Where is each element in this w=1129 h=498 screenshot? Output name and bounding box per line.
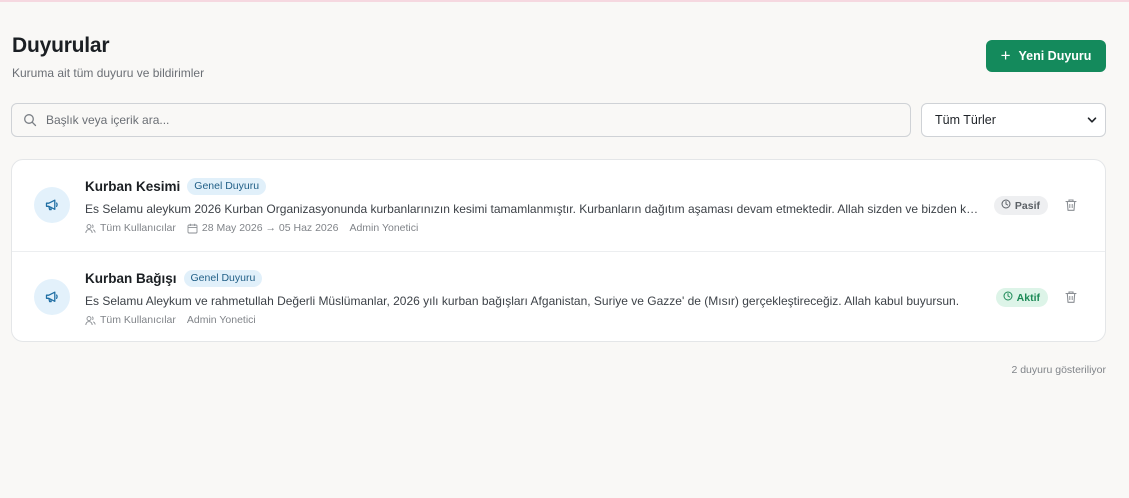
audience-meta: Tüm Kullanıcılar [85, 314, 176, 326]
users-icon [85, 315, 96, 326]
status-text: Pasif [1014, 199, 1040, 212]
audience-text: Tüm Kullanıcılar [100, 314, 176, 326]
category-tag: Genel Duyuru [187, 177, 267, 195]
trash-icon[interactable] [1064, 198, 1078, 212]
type-filter-value: Tüm Türler [935, 113, 996, 127]
audience-meta: Tüm Kullanıcılar [85, 222, 176, 234]
category-tag: Genel Duyuru [183, 269, 263, 287]
announcement-meta: Tüm Kullanıcılar 28 May 2026 → 05 Haz 20… [85, 222, 985, 234]
chevron-down-icon [1087, 115, 1097, 125]
announcement-count: 2 duyuru gösteriliyor [1011, 364, 1106, 376]
users-icon [85, 223, 96, 234]
announcement-content: Es Selamu Aleykum ve rahmetullah Değerli… [85, 294, 960, 308]
type-filter-select[interactable]: Tüm Türler [921, 103, 1106, 137]
calendar-icon [187, 223, 198, 234]
megaphone-icon [34, 279, 70, 315]
audience-text: Tüm Kullanıcılar [100, 222, 176, 234]
new-announcement-button[interactable]: + Yeni Duyuru [986, 40, 1106, 72]
trash-icon[interactable] [1064, 290, 1078, 304]
page-subtitle: Kuruma ait tüm duyuru ve bildirimler [12, 66, 205, 80]
search-icon [23, 113, 37, 127]
announcement-list: Kurban Kesimi Genel Duyuru Es Selamu ale… [11, 159, 1106, 342]
clock-icon [1003, 291, 1013, 304]
megaphone-icon [34, 187, 70, 223]
status-badge: Aktif [995, 288, 1048, 307]
author-text: Admin Yonetici [349, 222, 419, 234]
announcement-body: Kurban Bağışı Genel Duyuru Es Selamu Ale… [85, 269, 985, 326]
announcement-content: Es Selamu aleykum 2026 Kurban Organizasy… [85, 202, 981, 216]
page-title: Duyurular [12, 34, 110, 57]
search-input[interactable] [46, 104, 910, 136]
status-badge: Pasif [993, 196, 1048, 215]
date-range-text: 28 May 2026 → 05 Haz 2026 [201, 222, 339, 234]
page-header: Duyurular Kuruma ait tüm duyuru ve bildi… [12, 34, 1106, 84]
date-meta: 28 May 2026 → 05 Haz 2026 [187, 222, 339, 234]
announcement-row[interactable]: Kurban Kesimi Genel Duyuru Es Selamu ale… [12, 160, 1105, 251]
plus-icon: + [1000, 45, 1011, 65]
author-text: Admin Yonetici [186, 314, 256, 326]
announcement-meta: Tüm Kullanıcılar Admin Yonetici [85, 314, 985, 326]
announcement-body: Kurban Kesimi Genel Duyuru Es Selamu ale… [85, 177, 985, 234]
announcement-row[interactable]: Kurban Bağışı Genel Duyuru Es Selamu Ale… [12, 251, 1105, 341]
new-announcement-label: Yeni Duyuru [1018, 49, 1092, 63]
search-box[interactable] [11, 103, 911, 137]
clock-icon [1001, 199, 1011, 212]
announcement-title[interactable]: Kurban Kesimi [85, 179, 180, 194]
status-text: Aktif [1016, 291, 1040, 304]
top-accent-strip [0, 0, 1129, 2]
announcement-title[interactable]: Kurban Bağışı [85, 271, 177, 286]
